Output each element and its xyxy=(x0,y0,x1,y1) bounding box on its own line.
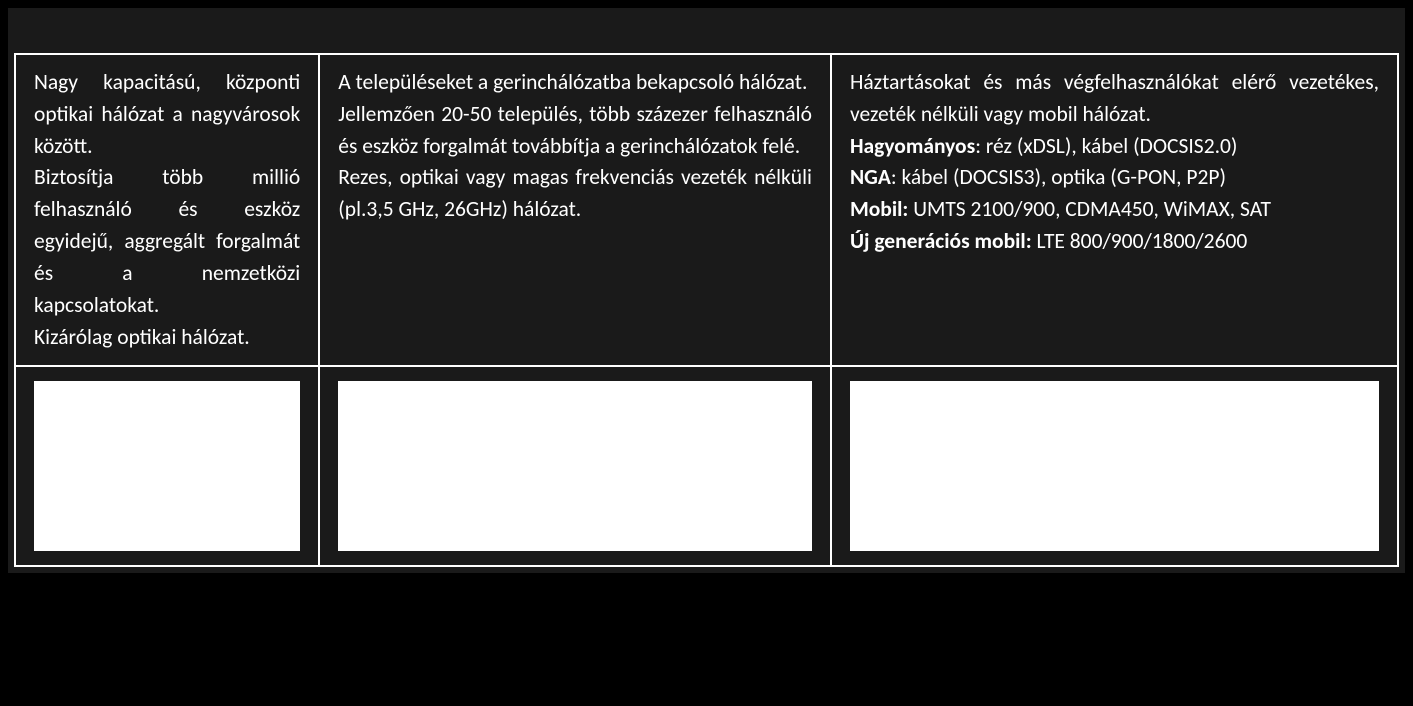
image-row xyxy=(15,366,1398,566)
image-placeholder xyxy=(34,381,300,551)
text: : kábel (DOCSIS3), optika (G-PON, P2P) xyxy=(891,164,1226,190)
network-table: Nagy kapacitású, központi optikai hálóza… xyxy=(14,14,1399,567)
text: Kizárólag optikai hálózat. xyxy=(34,324,250,350)
cell-image-3 xyxy=(831,366,1398,566)
text: Nagy kapacitású, központi optikai hálóza… xyxy=(34,69,300,159)
description-row: Nagy kapacitású, központi optikai hálóza… xyxy=(15,54,1398,366)
text: Biztosítja több millió felhasználó és es… xyxy=(34,164,300,317)
text: Rezes, optikai vagy magas frekvenciás ve… xyxy=(338,164,812,222)
cell-image-1 xyxy=(15,366,319,566)
label-newgen-mobile: Új generációs mobil: xyxy=(850,228,1032,254)
text: A településeket a gerinchálózatba bekapc… xyxy=(338,69,807,95)
label-traditional: Hagyományos xyxy=(850,133,975,159)
cell-image-2 xyxy=(319,366,831,566)
image-placeholder xyxy=(850,381,1379,551)
text: LTE 800/900/1800/2600 xyxy=(1032,228,1248,254)
image-placeholder xyxy=(338,381,812,551)
spacer xyxy=(15,14,1398,54)
label-mobile: Mobil: xyxy=(850,196,908,222)
text: UMTS 2100/900, CDMA450, WiMAX, SAT xyxy=(908,196,1271,222)
table-container: Nagy kapacitású, központi optikai hálóza… xyxy=(8,8,1405,573)
label-nga: NGA xyxy=(850,164,891,190)
text: Jellemzően 20-50 település, több százeze… xyxy=(338,101,812,159)
cell-backbone: Nagy kapacitású, központi optikai hálóza… xyxy=(15,54,319,366)
cell-aggregation: A településeket a gerinchálózatba bekapc… xyxy=(319,54,831,366)
text: : réz (xDSL), kábel (DOCSIS2.0) xyxy=(975,133,1237,159)
cell-access: Háztartásokat és más végfelhasználókat e… xyxy=(831,54,1398,366)
text: Háztartásokat és más végfelhasználókat e… xyxy=(850,69,1379,127)
